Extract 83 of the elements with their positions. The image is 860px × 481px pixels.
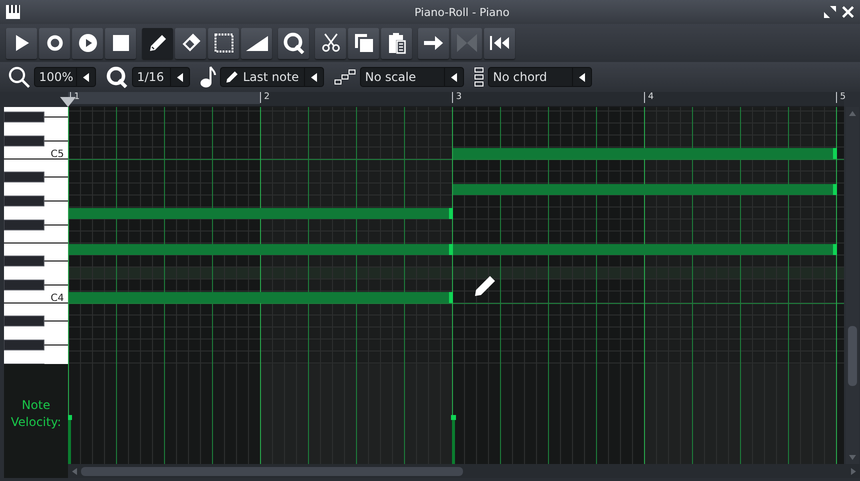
scale-dropdown[interactable]: No scale [360,67,464,87]
dropdown-value: No chord [492,70,548,84]
select-button[interactable] [208,28,239,58]
dropdown-value: 100% [38,70,74,84]
eraser-icon [180,33,200,53]
bowtie-icon [456,34,476,52]
clipboard-icon [388,32,406,54]
scale-steps-icon [334,69,356,85]
detune-button[interactable] [241,28,272,58]
stop-button[interactable] [105,28,136,58]
chord-stack-icon [474,67,484,87]
copy-button[interactable] [348,28,379,58]
pencil-icon [225,70,239,84]
ramp-icon [246,35,268,51]
play-circle-icon [78,34,96,52]
bar-number: 4 [644,92,654,103]
record-icon [46,35,62,51]
record-button[interactable] [39,28,70,58]
note-length-dropdown[interactable]: Last note [220,67,324,87]
dropdown-value: No scale [364,70,418,84]
rewind-button[interactable] [484,28,515,58]
timeline-ruler[interactable]: 1 2 3 4 5 [68,92,844,107]
rewind-icon [490,36,510,50]
scrollbar-thumb[interactable] [81,466,463,476]
scroll-right-icon[interactable] [851,468,856,474]
pencil-icon [148,33,168,53]
caret-icon [177,72,183,82]
piano-icon [6,5,20,19]
bar-number: 5 [836,92,846,103]
paste-button[interactable] [381,28,412,58]
horizontal-scrollbar[interactable] [68,464,860,478]
quantize-icon [282,32,304,54]
move-button[interactable] [418,28,449,58]
key-label: C4 [50,293,64,304]
sharp-key[interactable] [4,112,44,122]
key-label: C5 [50,149,64,160]
scissors-icon [320,33,340,53]
copy-icon [354,33,374,53]
dropdown-value: 1/16 [136,70,165,84]
velocity-bar[interactable] [68,415,72,464]
piano-keyboard[interactable]: C5 C4 [4,107,68,364]
dropdown-value: Last note [242,70,300,84]
cut-button[interactable] [315,28,346,58]
sharp-key[interactable] [4,340,44,350]
playhead-marker-icon[interactable] [60,97,76,107]
play-button[interactable] [6,28,37,58]
zoom-dropdown[interactable]: 100% [34,67,96,87]
quantize-icon [106,66,128,88]
record-play-button[interactable] [72,28,103,58]
sharp-key[interactable] [4,256,44,266]
bar-number: 3 [452,92,462,103]
sharp-key[interactable] [4,136,44,146]
selection-icon [214,33,234,53]
velocity-lane[interactable] [68,364,844,464]
draw-button[interactable] [142,28,173,58]
scroll-left-icon[interactable] [72,468,77,474]
search-icon [8,66,30,88]
music-note-icon [200,66,216,88]
sharp-key[interactable] [4,316,44,326]
caret-icon [451,72,457,82]
quantize-dropdown[interactable]: 1/16 [132,67,190,87]
scrollbar-thumb[interactable] [848,326,857,386]
sharp-key[interactable] [4,172,44,182]
caret-icon [83,72,89,82]
scroll-down-icon[interactable] [849,455,856,460]
chord-dropdown[interactable]: No chord [488,67,592,87]
erase-button[interactable] [175,28,206,58]
velocity-label: Note Velocity: [10,397,62,431]
scroll-up-icon[interactable] [849,111,856,116]
caret-icon [311,72,317,82]
close-icon[interactable] [842,6,854,18]
velocity-bar[interactable] [451,415,456,464]
stop-icon [112,35,128,51]
quantize-button[interactable] [278,28,309,58]
restore-icon[interactable] [824,6,836,18]
caret-icon [579,72,585,82]
sharp-key[interactable] [4,196,44,206]
window-title: Piano-Roll - Piano [414,6,510,18]
sharp-key[interactable] [4,220,44,230]
pencil-cursor-icon [475,276,495,296]
arrow-right-icon [424,35,444,51]
bar-number: 2 [260,92,270,103]
sharp-key[interactable] [4,280,44,290]
